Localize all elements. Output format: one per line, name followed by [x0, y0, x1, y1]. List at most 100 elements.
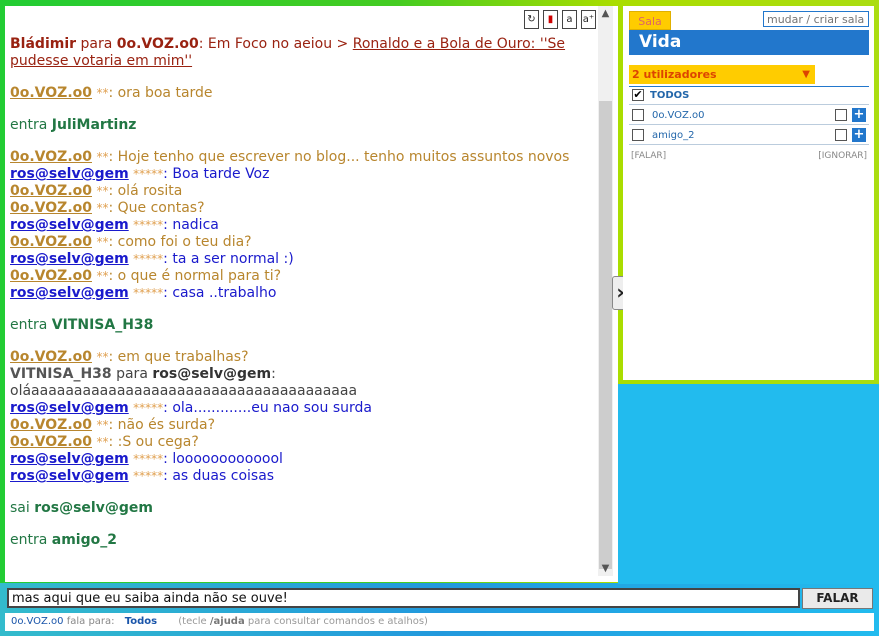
user-row[interactable]: 0o.VOZ.o0 +: [629, 106, 869, 125]
chat-message: entra JuliMartinz: [10, 117, 595, 134]
message-text: : nadica: [163, 217, 219, 233]
chat-messages: Blád​imir para 0o.VOZ.o0: Em Foco no aei…: [10, 36, 595, 549]
chat-message: entra amigo_2: [10, 532, 595, 549]
message-text: : em que trabalhas?: [108, 349, 249, 365]
user-name[interactable]: 0o.VOZ.o0: [652, 106, 705, 125]
message-text: : :S ou cega?: [108, 434, 199, 450]
message-user[interactable]: 0o.VOZ.o0: [10, 183, 92, 199]
users-count: 2 utilizadores: [632, 68, 717, 81]
message-user[interactable]: 0o.VOZ.o0: [10, 234, 92, 250]
user-row-todos[interactable]: ✔ TODOS: [629, 86, 869, 105]
message-user[interactable]: JuliMartinz: [52, 117, 137, 133]
chat-message: sai ros@selv@gem: [10, 500, 595, 517]
send-button[interactable]: FALAR: [802, 588, 873, 609]
status-fala-para: fala para:: [66, 616, 115, 627]
message-user[interactable]: 0o.VOZ.o0: [10, 200, 92, 216]
font-larger-icon[interactable]: a⁺: [581, 10, 596, 29]
message-recipient[interactable]: 0o.VOZ.o0: [117, 36, 199, 52]
message-stars: *****: [133, 401, 164, 415]
message-stars: *****: [133, 218, 164, 232]
scroll-thumb[interactable]: [599, 101, 612, 569]
chat-message: Blád​imir para 0o.VOZ.o0: Em Foco no aei…: [10, 36, 595, 70]
chat-message: 0o.VOZ.o0 **: como foi o teu dia?: [10, 234, 595, 251]
message-stars: *****: [133, 252, 164, 266]
message-user[interactable]: 0o.VOZ.o0: [10, 85, 92, 101]
message-stars: **: [96, 86, 109, 100]
message-user[interactable]: VITNISA_H38: [52, 317, 154, 333]
message-text: : Hoje tenho que escrever no blog... ten…: [108, 149, 570, 165]
chat-scrollbar[interactable]: ▲ ▼: [598, 6, 613, 576]
message-user[interactable]: ros@selv@gem: [34, 500, 153, 516]
room-tab[interactable]: Sala: [629, 11, 671, 30]
message-stars: *****: [133, 452, 164, 466]
message-stars: **: [96, 269, 109, 283]
user-name[interactable]: amigo_2: [652, 126, 694, 145]
message-user[interactable]: 0o.VOZ.o0: [10, 434, 92, 450]
user-row[interactable]: amigo_2 +: [629, 126, 869, 145]
message-user[interactable]: 0o.VOZ.o0: [10, 349, 92, 365]
message-user[interactable]: 0o.VOZ.o0: [10, 268, 92, 284]
message-stars: *****: [133, 167, 164, 181]
message-user[interactable]: 0o.VOZ.o0: [10, 417, 92, 433]
room-title: Vida: [629, 30, 869, 55]
plus-icon[interactable]: +: [852, 108, 866, 122]
chat-message: 0o.VOZ.o0 **: Que contas?: [10, 200, 595, 217]
refresh-icon[interactable]: ↻: [524, 10, 539, 29]
message-user[interactable]: ros@selv@gem: [10, 251, 129, 267]
font-smaller-icon[interactable]: a: [562, 10, 577, 29]
message-stars: **: [96, 435, 109, 449]
chat-message: ros@selv@gem *****: ola.............eu n…: [10, 400, 595, 417]
chat-message: 0o.VOZ.o0 **: :S ou cega?: [10, 434, 595, 451]
message-user[interactable]: amigo_2: [52, 532, 117, 548]
message-user[interactable]: ros@selv@gem: [10, 400, 129, 416]
user-ignore-checkbox[interactable]: [835, 109, 847, 121]
status-bar: 0o.VOZ.o0 fala para: Todos (tecle /ajuda…: [5, 613, 874, 631]
plus-icon[interactable]: +: [852, 128, 866, 142]
message-user[interactable]: ros@selv@gem: [10, 285, 129, 301]
message-text: : as duas coisas: [163, 468, 275, 484]
message-stars: **: [96, 350, 109, 364]
message-gap: [10, 134, 595, 149]
message-gap: [10, 70, 595, 85]
chat-toolbar: ↻ ▮ a a⁺: [524, 10, 596, 32]
message-user[interactable]: 0o.VOZ.o0: [10, 149, 92, 165]
message-text: : ola.............eu nao sou surda: [163, 400, 372, 416]
message-input[interactable]: [7, 588, 800, 608]
todos-checkbox[interactable]: ✔: [632, 89, 644, 101]
user-checkbox[interactable]: [632, 109, 644, 121]
color-icon[interactable]: ▮: [543, 10, 558, 29]
room-input[interactable]: [763, 11, 869, 27]
scroll-up-icon[interactable]: ▲: [598, 6, 613, 21]
message-user[interactable]: ros@selv@gem: [10, 468, 129, 484]
message-text: : Boa tarde Voz: [163, 166, 270, 182]
message-gap: [10, 334, 595, 349]
message-text: : Que contas?: [108, 200, 205, 216]
message-user[interactable]: ros@selv@gem: [10, 166, 129, 182]
message-text: : não és surda?: [108, 417, 216, 433]
user-checkbox[interactable]: [632, 129, 644, 141]
message-text: : olá rosita: [108, 183, 183, 199]
message-gap: [10, 302, 595, 317]
users-dropdown[interactable]: 2 utilizadores ▼: [629, 65, 815, 84]
user-ignore-checkbox[interactable]: [835, 129, 847, 141]
ignore-link[interactable]: [IGNORAR]: [818, 151, 867, 161]
chat-message: ros@selv@gem *****: Boa tarde Voz: [10, 166, 595, 183]
message-user[interactable]: Blád​imir: [10, 36, 76, 52]
chat-message: 0o.VOZ.o0 **: Hoje tenho que escrever no…: [10, 149, 595, 166]
message-user[interactable]: ros@selv@gem: [10, 217, 129, 233]
chat-message: ros@selv@gem *****: nadica: [10, 217, 595, 234]
message-recipient[interactable]: ros@selv@gem: [152, 366, 271, 382]
chat-message: 0o.VOZ.o0 **: em que trabalhas?: [10, 349, 595, 366]
chat-message: 0o.VOZ.o0 **: ora boa tarde: [10, 85, 595, 102]
scroll-down-icon[interactable]: ▼: [598, 561, 613, 576]
chat-message: 0o.VOZ.o0 **: não és surda?: [10, 417, 595, 434]
chat-message: ros@selv@gem *****: casa ..trabalho: [10, 285, 595, 302]
status-target[interactable]: Todos: [125, 616, 157, 627]
message-user[interactable]: VITNISA_H38: [10, 366, 112, 382]
side-panel: Sala Vida 2 utilizadores ▼ ✔ TODOS 0o.VO…: [623, 6, 874, 380]
talk-link[interactable]: [FALAR]: [631, 151, 666, 161]
message-user[interactable]: ros@selv@gem: [10, 451, 129, 467]
message-stars: **: [96, 201, 109, 215]
message-stars: **: [96, 235, 109, 249]
message-action: entra: [10, 317, 48, 333]
